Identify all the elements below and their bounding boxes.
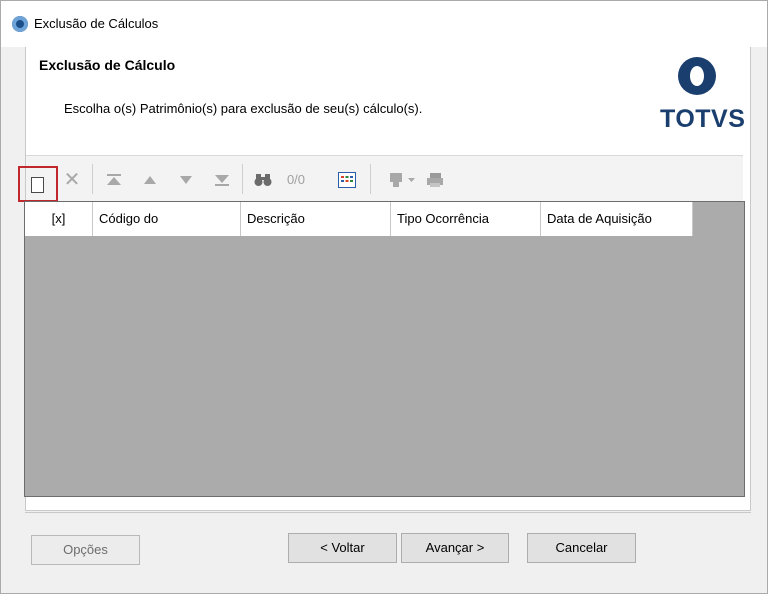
find-button[interactable] [252,168,274,192]
first-record-icon [107,174,121,185]
back-button[interactable]: < Voltar [288,533,397,563]
wizard-content: ✕ 0/0 [x] Código do Descrição Tipo Ocorr… [18,147,751,511]
grid-layout-button[interactable] [336,168,358,192]
patrimonio-grid[interactable]: [x] Código do Descrição Tipo Ocorrência … [24,201,745,497]
new-document-icon [31,177,44,193]
next-record-icon [180,176,192,184]
grid-header: [x] Código do Descrição Tipo Ocorrência … [25,202,693,236]
dialog-window: Exclusão de Cálculos Exclusão de Cálculo… [0,0,768,594]
delete-x-icon: ✕ [63,169,81,191]
footer-divider [25,512,751,513]
tools-dropdown-button[interactable] [382,168,422,192]
print-button[interactable] [424,168,446,192]
binoculars-icon [254,174,272,186]
delete-record-button[interactable]: ✕ [62,168,82,192]
record-counter: 0/0 [286,172,306,187]
page-subtitle: Escolha o(s) Patrimônio(s) para exclusão… [64,101,423,116]
toolbar-separator [370,164,371,194]
totvs-logo-icon [678,57,716,95]
toolbar-separator [92,164,93,194]
totvs-logo-text: TOTVS [660,105,746,133]
column-header-tipo-ocorrencia[interactable]: Tipo Ocorrência [391,202,541,236]
cancel-button[interactable]: Cancelar [527,533,636,563]
new-record-button[interactable] [18,166,58,202]
grid-toolbar: ✕ 0/0 [18,155,743,202]
print-icon [427,173,443,187]
next-record-button[interactable] [176,168,196,192]
column-header-select[interactable]: [x] [25,202,93,236]
grid-layout-icon [338,172,356,188]
last-record-icon [215,175,229,186]
options-button[interactable]: Opções [31,535,140,565]
toolbar-separator [242,164,243,194]
next-button[interactable]: Avançar > [401,533,509,563]
previous-record-icon [144,176,156,184]
wizard-header: Exclusão de Cálculo Escolha o(s) Patrimô… [25,47,751,147]
window-title: Exclusão de Cálculos [34,16,159,31]
page-title: Exclusão de Cálculo [39,57,176,73]
title-bar: Exclusão de Cálculos [1,1,767,47]
last-record-button[interactable] [212,168,232,192]
previous-record-button[interactable] [140,168,160,192]
tools-icon [390,173,415,187]
first-record-button[interactable] [104,168,124,192]
app-icon [12,16,28,32]
column-header-codigo[interactable]: Código do [93,202,241,236]
column-header-data-aquisicao[interactable]: Data de Aquisição [541,202,693,236]
column-header-descricao[interactable]: Descrição [241,202,391,236]
